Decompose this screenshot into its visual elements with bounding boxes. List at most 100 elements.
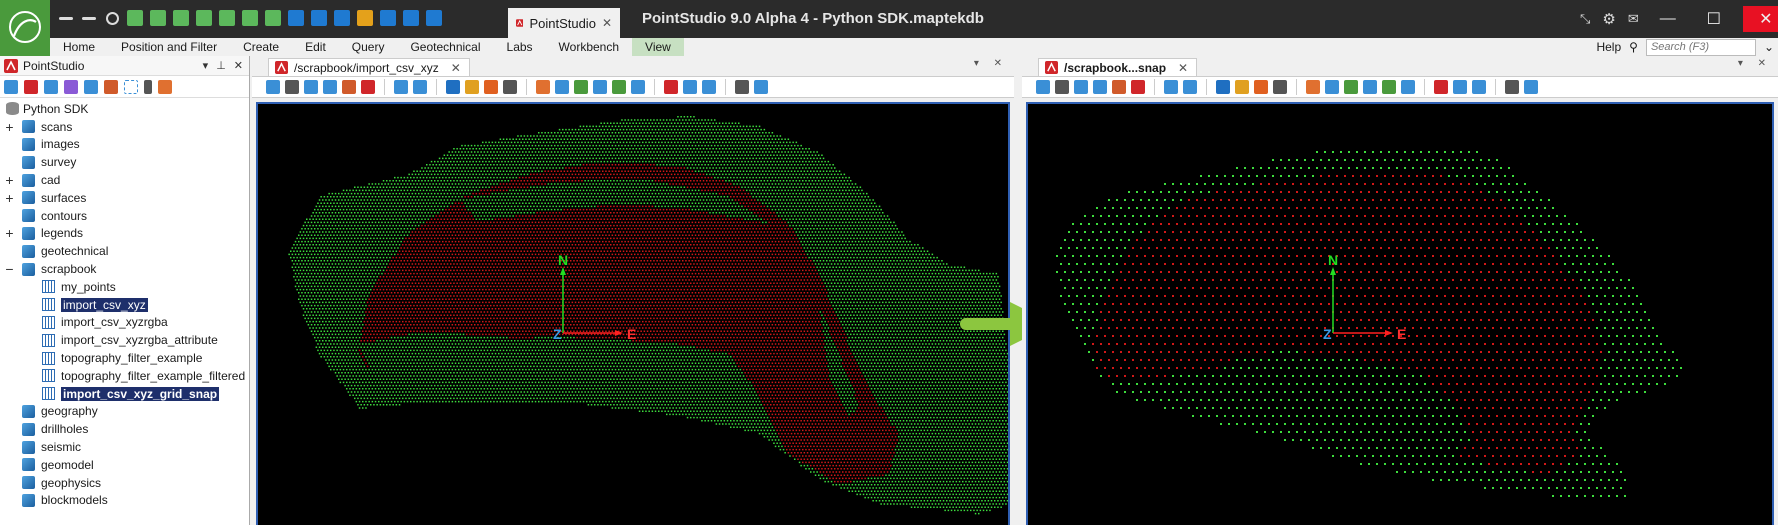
menu-labs[interactable]: Labs [494, 38, 546, 56]
tree-item[interactable]: geography [0, 403, 249, 421]
view-tool-icon[interactable] [1074, 80, 1088, 94]
view-tool-icon[interactable] [536, 80, 550, 94]
view-tool-icon[interactable] [735, 80, 749, 94]
tree-item[interactable]: images [0, 136, 249, 154]
view-window-controls[interactable]: ▾ ✕ [1738, 58, 1772, 69]
expand-icon[interactable]: + [4, 120, 15, 134]
menu-edit[interactable]: Edit [292, 38, 339, 56]
view-tool-icon[interactable] [304, 80, 318, 94]
maximize-button[interactable]: ☐ [1697, 6, 1731, 32]
search-input[interactable] [1650, 41, 1741, 53]
view-tab[interactable]: /scrapbook...snap ✕ [1038, 58, 1198, 76]
menu-geotechnical[interactable]: Geotechnical [397, 38, 493, 56]
point-cloud-view[interactable]: N E Z [258, 104, 1008, 525]
tree-item[interactable]: geomodel [0, 456, 249, 474]
tree-item-child[interactable]: topography_filter_example [0, 349, 249, 367]
view-tool-icon[interactable] [1401, 80, 1415, 94]
tree-item[interactable]: − scrapbook [0, 260, 249, 278]
view-tool-icon[interactable] [1472, 80, 1486, 94]
redo-icon[interactable] [79, 8, 99, 28]
menu-home[interactable]: Home [50, 38, 108, 56]
view-tool-icon[interactable] [1325, 80, 1339, 94]
viewport[interactable]: N E Z [1026, 102, 1774, 525]
view-tool-icon[interactable] [683, 80, 697, 94]
list-icon[interactable] [194, 8, 214, 28]
close-icon[interactable]: ✕ [451, 61, 461, 75]
line-select-icon[interactable] [64, 79, 78, 94]
tree-item[interactable]: contours [0, 207, 249, 225]
view-tool-icon[interactable] [342, 80, 356, 94]
view-tool-icon[interactable] [1183, 80, 1197, 94]
view-tool-icon[interactable] [612, 80, 626, 94]
close-icon[interactable]: ✕ [1178, 61, 1188, 75]
tree-root[interactable]: Python SDK [0, 100, 249, 118]
point-cloud-view[interactable]: N E Z [1028, 104, 1772, 525]
view-tool-icon[interactable] [394, 80, 408, 94]
document-icon[interactable] [332, 8, 352, 28]
box-select-icon[interactable] [104, 79, 118, 94]
view-tool-icon[interactable] [1093, 80, 1107, 94]
pin-panel-icon[interactable]: ⊥ [216, 59, 226, 72]
chevron-down-icon[interactable] [144, 79, 152, 94]
view-tool-icon[interactable] [1254, 80, 1268, 94]
report-icon[interactable] [125, 8, 145, 28]
viewport[interactable]: N E Z [256, 102, 1010, 525]
pin-icon[interactable] [286, 8, 306, 28]
tree-item[interactable]: + legends [0, 225, 249, 243]
mountain-icon[interactable] [240, 8, 260, 28]
menu-workbench[interactable]: Workbench [546, 38, 632, 56]
view-tool-icon[interactable] [323, 80, 337, 94]
view-tool-icon[interactable] [1216, 80, 1230, 94]
minimize-button[interactable]: — [1651, 6, 1685, 32]
view-tool-icon[interactable] [1112, 80, 1126, 94]
view-tool-icon[interactable] [465, 80, 479, 94]
view-tool-icon[interactable] [1505, 80, 1519, 94]
close-window-button[interactable]: ✕ [1742, 6, 1778, 32]
tree-item[interactable]: geotechnical [0, 242, 249, 260]
collapse-icon[interactable]: − [4, 262, 15, 276]
view-tool-icon[interactable] [1453, 80, 1467, 94]
app-tab[interactable]: PointStudio ✕ [508, 8, 620, 38]
view-tool-icon[interactable] [1306, 80, 1320, 94]
tree-item-child[interactable]: import_csv_xyzrgba_attribute [0, 331, 249, 349]
dropdown-icon[interactable]: ▾ [203, 59, 209, 72]
view-tool-icon[interactable] [1524, 80, 1538, 94]
view-tool-icon[interactable] [1164, 80, 1178, 94]
expand-icon[interactable]: + [4, 173, 15, 187]
app-logo[interactable] [0, 0, 50, 56]
menu-position-and-filter[interactable]: Position and Filter [108, 38, 230, 56]
globe-icon[interactable] [309, 8, 329, 28]
view-tool-icon[interactable] [1434, 80, 1448, 94]
tree-item[interactable]: survey [0, 153, 249, 171]
tree-item[interactable]: blockmodels [0, 492, 249, 510]
view-tool-icon[interactable] [593, 80, 607, 94]
tree-item[interactable]: seismic [0, 438, 249, 456]
view-tool-icon[interactable] [754, 80, 768, 94]
tree-item-child[interactable]: import_csv_xyz_grid_snap [0, 385, 249, 403]
view-tool-icon[interactable] [446, 80, 460, 94]
terminal-icon[interactable] [401, 8, 421, 28]
view-tab[interactable]: /scrapbook/import_csv_xyz ✕ [268, 58, 470, 76]
view-tool-icon[interactable] [413, 80, 427, 94]
arrow-select-icon[interactable] [84, 79, 98, 94]
monitor-icon[interactable] [378, 8, 398, 28]
tree-item[interactable]: geophysics [0, 474, 249, 492]
view-tool-icon[interactable] [1055, 80, 1069, 94]
tree-item[interactable]: + surfaces [0, 189, 249, 207]
view-tool-icon[interactable] [631, 80, 645, 94]
close-icon[interactable]: ✕ [602, 16, 612, 30]
view-tool-icon[interactable] [503, 80, 517, 94]
view-tool-icon[interactable] [664, 80, 678, 94]
tree-item-child[interactable]: my_points [0, 278, 249, 296]
undo-icon[interactable] [56, 8, 76, 28]
point-select-icon[interactable] [44, 79, 58, 94]
tree-item[interactable]: + scans [0, 118, 249, 136]
tree-item-child[interactable]: import_csv_xyzrgba [0, 314, 249, 332]
view-tool-icon[interactable] [266, 80, 280, 94]
view-tool-icon[interactable] [1363, 80, 1377, 94]
tree-item-child[interactable]: topography_filter_example_filtered [0, 367, 249, 385]
view-tool-icon[interactable] [702, 80, 716, 94]
text-icon[interactable] [263, 8, 283, 28]
view-tool-icon[interactable] [1235, 80, 1249, 94]
download-icon[interactable] [217, 8, 237, 28]
